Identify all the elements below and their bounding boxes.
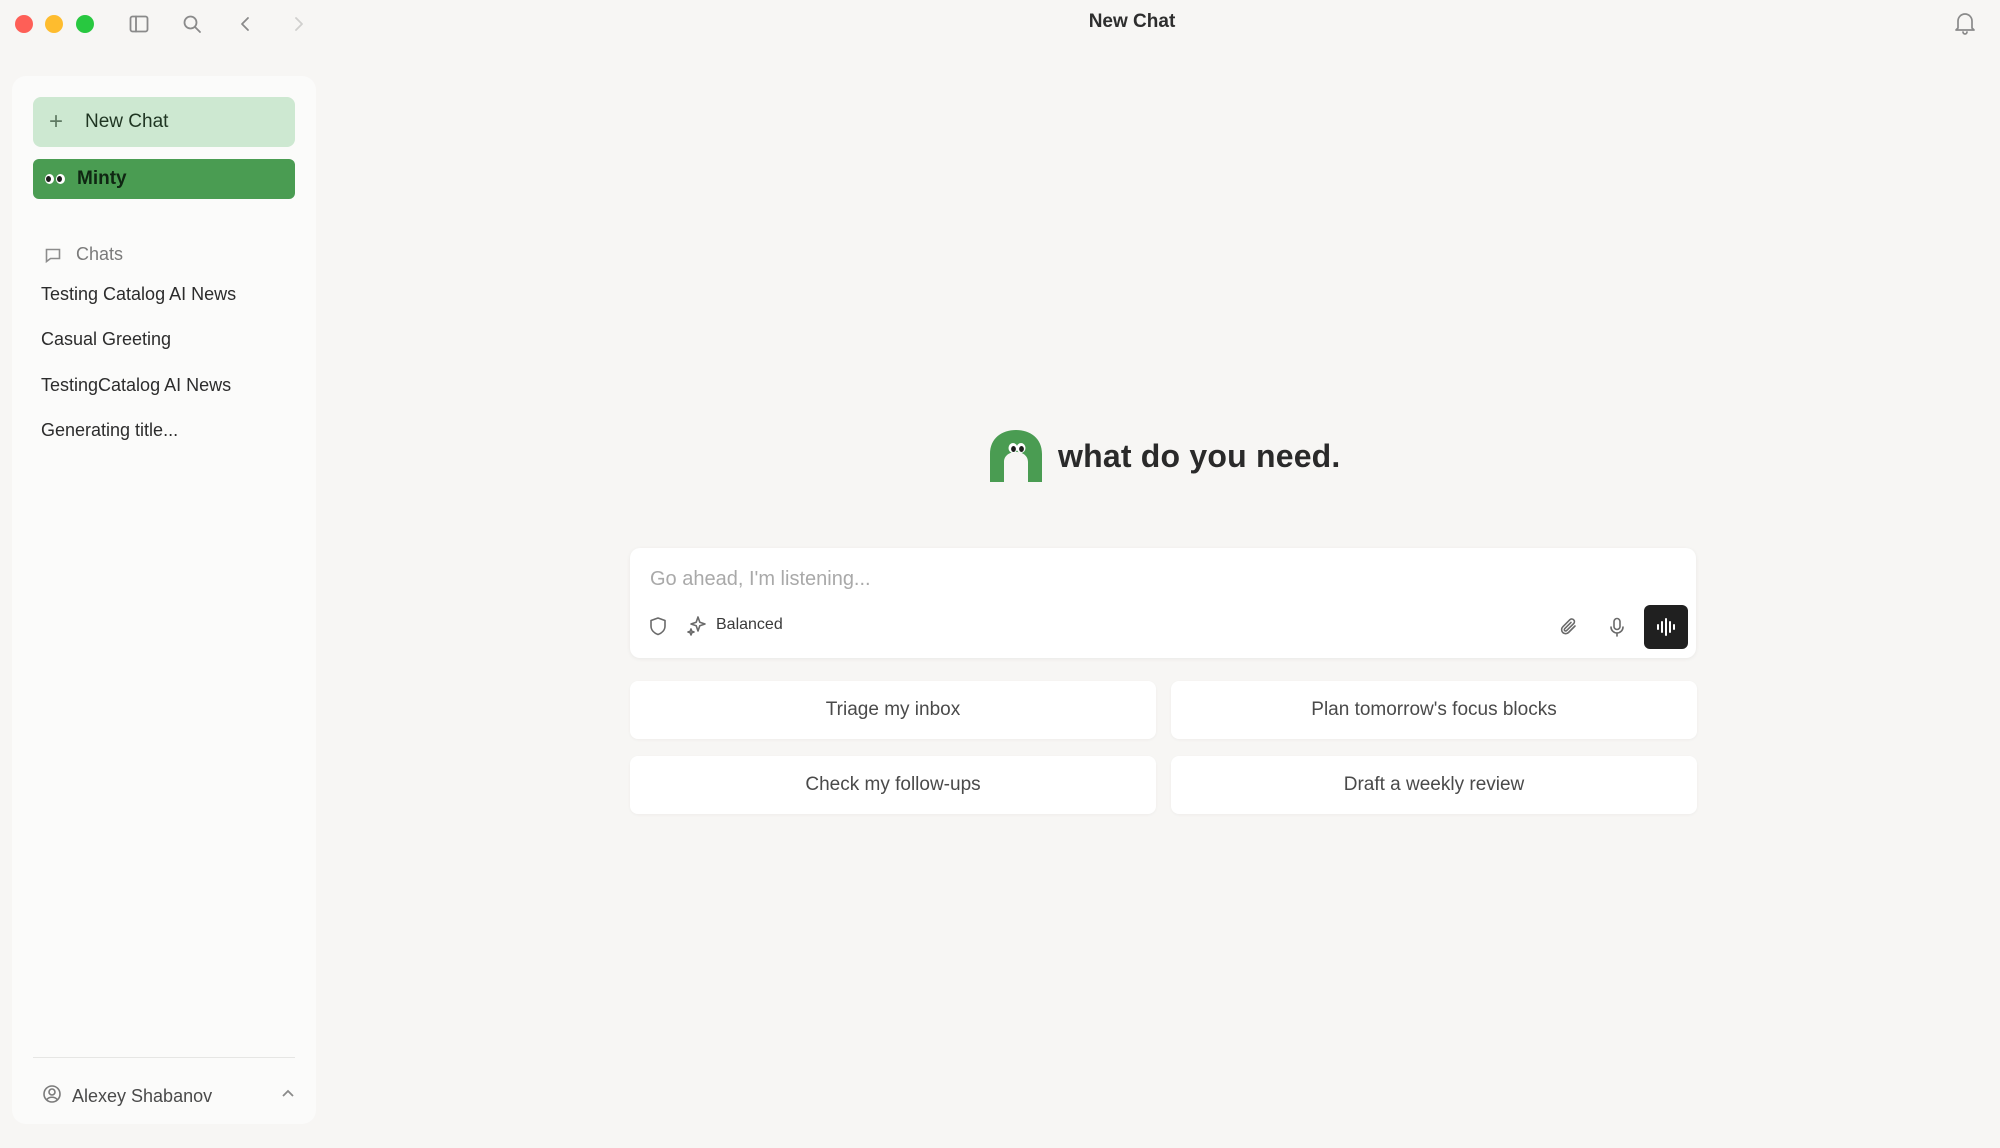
suggestion-chip[interactable]: Draft a weekly review [1171, 756, 1697, 814]
chat-list-item[interactable]: TestingCatalog AI News [41, 375, 231, 396]
minty-eyes-icon [45, 174, 67, 184]
window-title: New Chat [1088, 11, 1176, 32]
assistant-minty-button[interactable]: Minty [33, 159, 295, 199]
new-chat-label: New Chat [85, 111, 169, 132]
mode-label: Balanced [716, 616, 783, 633]
chat-list-item[interactable]: Casual Greeting [41, 329, 171, 350]
sidebar: + New Chat Minty Chats Testing Catalog A… [12, 76, 316, 1124]
user-account-button[interactable]: Alexey Shabanov [42, 1084, 296, 1109]
message-input[interactable] [650, 562, 1550, 596]
message-composer: Balanced [630, 548, 1696, 658]
paperclip-icon[interactable] [1558, 616, 1580, 643]
assistant-label: Minty [77, 168, 127, 189]
minty-mascot-logo [990, 430, 1042, 482]
plus-icon: + [49, 108, 64, 135]
chats-section-header: Chats [44, 244, 123, 265]
mode-selector[interactable]: Balanced [686, 614, 783, 636]
suggestion-chip[interactable]: Check my follow-ups [630, 756, 1156, 814]
greeting-hero: what do you need. [988, 428, 1341, 484]
user-circle-icon [42, 1084, 62, 1109]
sidebar-divider [33, 1057, 295, 1058]
chats-header-label: Chats [76, 244, 124, 264]
sparkles-icon [687, 616, 706, 636]
app-window: New Chat + New Chat Minty Chats Testing … [0, 0, 2000, 1148]
chat-list-item[interactable]: Testing Catalog AI News [41, 284, 236, 305]
chat-list-item[interactable]: Generating title... [41, 420, 178, 441]
greeting-text: what do you need. [1058, 437, 1341, 474]
shield-icon[interactable] [648, 616, 668, 641]
microphone-icon[interactable] [1606, 616, 1628, 643]
chat-bubble-icon [45, 248, 61, 263]
bell-icon[interactable] [1952, 10, 1978, 41]
user-name: Alexey Shabanov [72, 1086, 213, 1106]
suggestion-chip[interactable]: Triage my inbox [630, 681, 1156, 739]
voice-waveform-icon [1657, 618, 1675, 636]
voice-mode-button[interactable] [1644, 605, 1688, 649]
suggestion-chip[interactable]: Plan tomorrow's focus blocks [1171, 681, 1697, 739]
chevron-up-icon [280, 1086, 296, 1107]
title-bar: New Chat [0, 0, 2000, 46]
new-chat-button[interactable]: + New Chat [33, 97, 295, 147]
